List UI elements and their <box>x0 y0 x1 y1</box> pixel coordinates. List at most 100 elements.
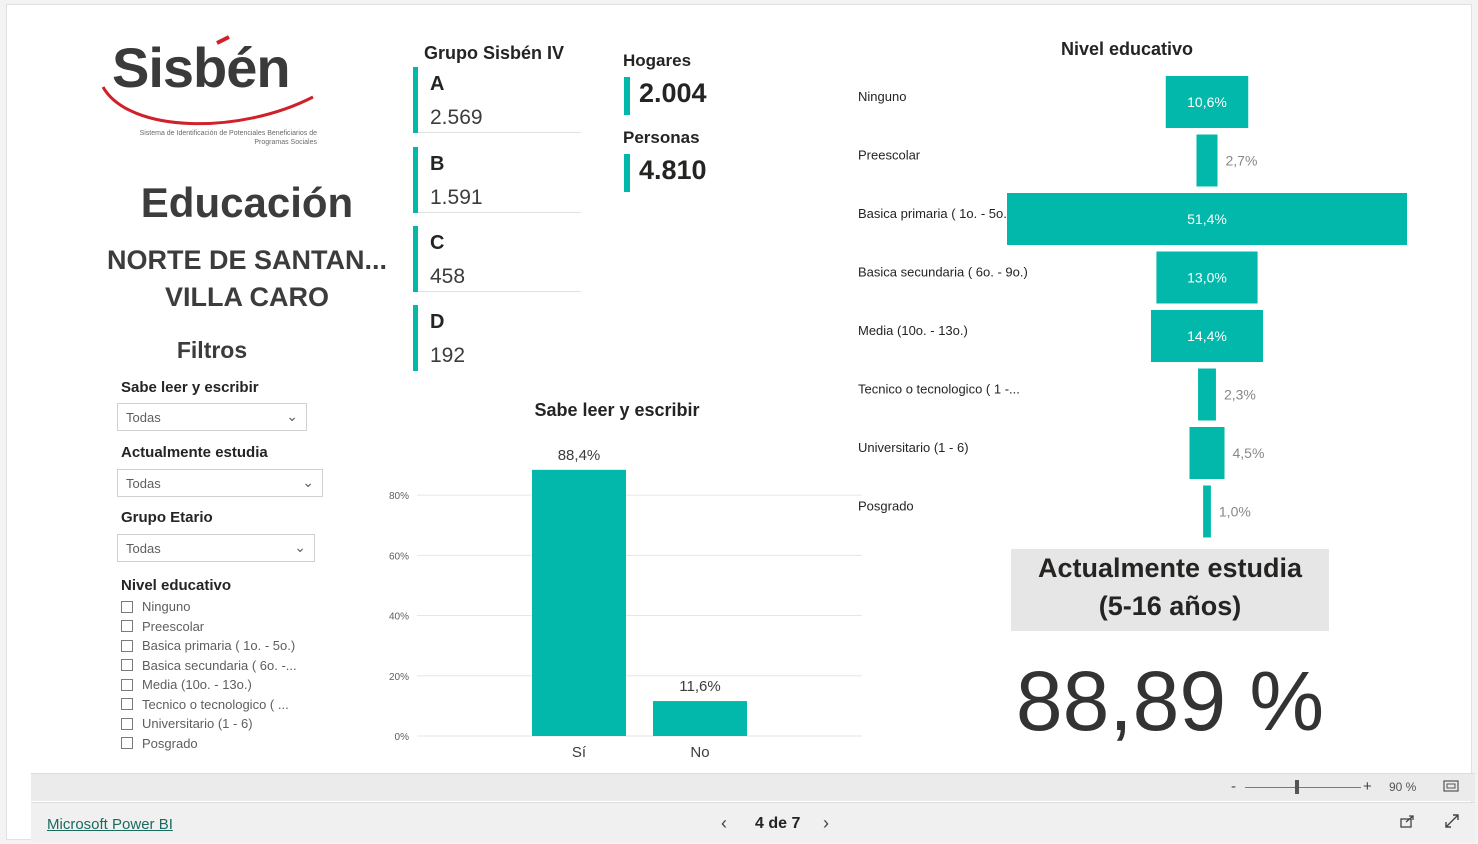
checklist-item[interactable]: Tecnico o tecnologico ( ... <box>121 695 361 715</box>
checklist-item[interactable]: Basica primaria ( 1o. - 5o.) <box>121 636 361 656</box>
checklist-item-label: Media (10o. - 13o.) <box>142 677 252 693</box>
checkbox[interactable] <box>121 737 133 750</box>
grupo-card-b: B 1.591 <box>413 147 581 213</box>
x-tick-label: Sí <box>572 744 587 761</box>
funnel-category-label: Universitario (1 - 6) <box>858 440 969 455</box>
funnel-bar <box>1203 485 1211 538</box>
checklist-item[interactable]: Posgrado <box>121 734 361 754</box>
funnel-category-label: Media (10o. - 13o.) <box>858 323 968 338</box>
funnel-data-label: 10,6% <box>1187 94 1227 110</box>
next-page-icon[interactable]: › <box>823 813 829 834</box>
grupo-value: 458 <box>430 265 466 288</box>
chevron-down-icon: ⌄ <box>294 539 306 555</box>
y-tick-label: 0% <box>395 732 410 743</box>
bar <box>532 469 626 736</box>
accent-bar <box>413 226 418 292</box>
grupo-value: 2.569 <box>430 106 483 129</box>
grupo-letter: B <box>430 153 445 175</box>
funnel-data-label: 4,5% <box>1233 445 1265 461</box>
checkbox[interactable] <box>121 639 133 652</box>
grupo-card-c: C 458 <box>413 226 581 292</box>
grupo-sisben-title: Grupo Sisbén IV <box>424 43 565 63</box>
filter-label-grupo-etario: Grupo Etario <box>121 509 213 526</box>
checklist-item-label: Universitario (1 - 6) <box>142 716 253 732</box>
checklist-item[interactable]: Basica secundaria ( 6o. -... <box>121 656 361 676</box>
page-title: Educación <box>140 179 354 226</box>
x-tick-label: No <box>690 744 709 761</box>
grupo-letter: D <box>430 311 445 333</box>
grupo-letter: C <box>430 232 445 254</box>
sisben-logo-text: Sisbén <box>112 36 291 99</box>
checkbox[interactable] <box>121 717 133 730</box>
accent-bar <box>624 77 630 115</box>
funnel-data-label: 1,0% <box>1219 504 1251 520</box>
zoom-slider-thumb[interactable] <box>1295 780 1299 794</box>
funnel-bar <box>1189 427 1225 479</box>
grupo-letter: A <box>430 73 445 95</box>
power-bi-link[interactable]: Microsoft Power BI <box>47 816 173 833</box>
checkbox[interactable] <box>121 600 133 613</box>
filter-label-nivel-educativo: Nivel educativo <box>121 577 232 594</box>
fullscreen-icon[interactable] <box>1444 813 1460 834</box>
checklist-item[interactable]: Universitario (1 - 6) <box>121 714 361 734</box>
personas-label: Personas <box>623 128 700 147</box>
zoom-slider-track[interactable] <box>1245 787 1361 788</box>
accent-bar <box>413 147 418 213</box>
sabe-leer-bar-chart: 0% 20% 40% 60% 80% 88,4% Sí 11,6% No <box>389 447 862 761</box>
accent-bar <box>624 154 630 192</box>
checklist-item[interactable]: Media (10o. - 13o.) <box>121 675 361 695</box>
funnel-category-label: Posgrado <box>858 499 914 514</box>
funnel-category-label: Ninguno <box>858 89 906 104</box>
zoom-bar: - + 90 % <box>31 773 1475 801</box>
funnel-category-label: Basica secundaria ( 6o. - 9o.) <box>858 265 1028 280</box>
checkbox[interactable] <box>121 620 133 633</box>
page-indicator: 4 de 7 <box>755 815 801 832</box>
filters-title: Filtros <box>176 337 248 363</box>
accent-bar <box>413 305 418 371</box>
funnel-data-label: 13,0% <box>1187 270 1227 286</box>
data-label: 88,4% <box>558 447 601 464</box>
filter-dropdown-grupo-etario[interactable]: Todas ⌄ <box>117 534 315 562</box>
checklist-item[interactable]: Ninguno <box>121 597 361 617</box>
zoom-out-button[interactable]: - <box>1231 778 1236 795</box>
filter-dropdown-sabe-leer[interactable]: Todas ⌄ <box>117 403 307 431</box>
checklist-item[interactable]: Preescolar <box>121 617 361 637</box>
grupo-value: 1.591 <box>430 186 483 209</box>
zoom-level: 90 % <box>1389 780 1417 794</box>
dropdown-value: Todas <box>126 541 161 556</box>
filter-dropdown-actualmente-estudia[interactable]: Todas ⌄ <box>117 469 323 497</box>
filter-label-actualmente-estudia: Actualmente estudia <box>121 444 268 461</box>
funnel-category-label: Preescolar <box>858 148 921 163</box>
bar <box>653 701 747 736</box>
grupo-card-a: A 2.569 <box>413 67 581 133</box>
checkbox[interactable] <box>121 698 133 711</box>
funnel-data-label: 51,4% <box>1187 211 1227 227</box>
funnel-bar <box>1196 134 1218 187</box>
checklist-item-label: Basica secundaria ( 6o. -... <box>142 657 297 673</box>
funnel-data-label: 14,4% <box>1187 328 1227 344</box>
hogares-value: 2.004 <box>639 78 707 108</box>
sisben-logo-tagline: Sistema de Identificación de Potenciales… <box>139 130 317 146</box>
nivel-educativo-checklist: Ninguno Preescolar Basica primaria ( 1o.… <box>121 597 361 753</box>
share-icon[interactable] <box>1399 813 1415 834</box>
department-name: NORTE DE SANTAN... <box>106 245 387 275</box>
funnel-category-label: Basica primaria ( 1o. - 5o.) <box>858 206 1011 221</box>
checklist-item-label: Basica primaria ( 1o. - 5o.) <box>142 638 296 654</box>
actualmente-estudia-value: 88,89 % <box>1015 654 1325 748</box>
checklist-item-label: Tecnico o tecnologico ( ... <box>142 696 289 712</box>
checkbox[interactable] <box>121 659 133 672</box>
chart-title-nivel-educativo: Nivel educativo <box>1060 39 1194 59</box>
y-tick-label: 40% <box>389 612 409 623</box>
funnel-data-label: 2,3% <box>1224 387 1256 403</box>
report-canvas: Sisbén Sistema de Identificación de Pote… <box>6 4 1475 842</box>
nivel-educativo-funnel-chart: Ninguno 10,6% Preescolar 2,7% Basica primari… <box>858 76 1407 538</box>
municipality-name: VILLA CARO <box>165 282 329 312</box>
footer-bar: Microsoft Power BI ‹ 4 de 7 › <box>31 802 1475 842</box>
zoom-in-button[interactable]: + <box>1363 778 1372 795</box>
grupo-card-d: D 192 <box>413 305 581 371</box>
checkbox[interactable] <box>121 678 133 691</box>
actualmente-estudia-title: Actualmente estudia <box>1037 553 1303 583</box>
fit-to-page-icon[interactable] <box>1443 779 1459 798</box>
previous-page-icon[interactable]: ‹ <box>721 813 727 834</box>
data-label: 11,6% <box>679 678 720 695</box>
